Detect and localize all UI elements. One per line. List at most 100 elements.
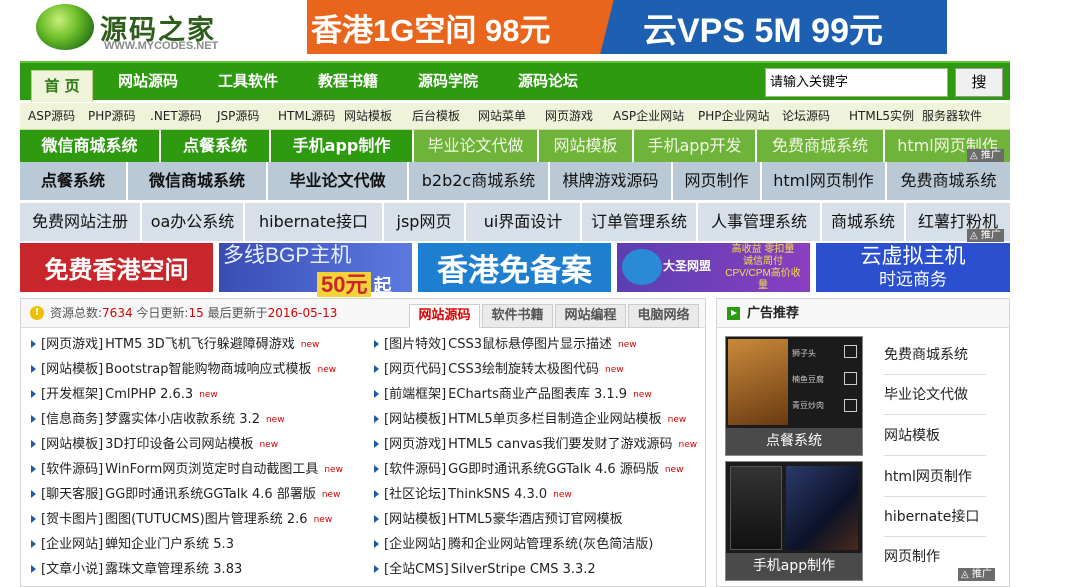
search-input[interactable]: 请输入关键字	[765, 68, 948, 97]
news-item[interactable]: [聊天客服] GG即时通讯系统GGTalk 4.6 部署版 new	[31, 485, 340, 505]
nav-item-tutorials[interactable]: 教程书籍	[318, 63, 378, 100]
news-title[interactable]: WinForm网页浏览定时自动截图工具	[105, 462, 318, 477]
tag-link[interactable]: 手机app开发	[634, 130, 755, 162]
news-title[interactable]: 图图(TUTUCMS)图片管理系统 2.6	[105, 512, 307, 527]
news-category[interactable]: [网页游戏]	[384, 437, 446, 452]
ad-link[interactable]: 网站模板	[884, 416, 986, 456]
news-item[interactable]: [社区论坛] ThinkSNS 4.3.0 new	[374, 485, 572, 505]
tag-link[interactable]: 点餐系统	[161, 130, 269, 162]
tag-link[interactable]: jsp网页	[384, 203, 464, 241]
subnav-item[interactable]: 后台模板	[412, 103, 460, 130]
news-category[interactable]: [图片特效]	[384, 337, 446, 352]
news-item[interactable]: [软件源码] WinForm网页浏览定时自动截图工具 new	[31, 460, 343, 480]
subnav-item[interactable]: HTML5实例	[849, 103, 914, 130]
tab-software-books[interactable]: 软件书籍	[482, 304, 553, 328]
news-item[interactable]: [网页游戏] HTM5 3D飞机飞行躲避障碍游戏 new	[31, 335, 319, 355]
news-item[interactable]: [网站模板] Bootstrap智能购物商城响应式模板 new	[31, 360, 336, 380]
ad-thumb-ordering[interactable]: 狮子头 楠鱼豆腐 青豆炒肉 点餐系统	[725, 336, 863, 456]
banner-bgp-host[interactable]: 多线BGP主机 50元起	[219, 243, 412, 297]
news-item[interactable]: [企业网站] 腾和企业网站管理系统(灰色简洁版)	[374, 535, 653, 555]
ad-link[interactable]: hibernate接口	[884, 497, 986, 537]
news-category[interactable]: [企业网站]	[384, 537, 446, 552]
news-item[interactable]: [前端框架] ECharts商业产品图表库 3.1.9 new	[374, 385, 652, 405]
subnav-item[interactable]: HTML源码	[278, 103, 335, 130]
tag-link[interactable]: b2b2c商城系统	[409, 162, 548, 200]
news-title[interactable]: CmlPHP 2.6.3	[105, 387, 193, 402]
tag-link[interactable]: hibernate接口	[245, 203, 382, 241]
news-title[interactable]: 腾和企业网站管理系统(灰色简洁版)	[448, 537, 653, 552]
news-title[interactable]: GG即时通讯系统GGTalk 4.6 部署版	[105, 487, 316, 502]
news-item[interactable]: [文章小说] 露珠文章管理系统 3.83	[31, 560, 242, 580]
news-category[interactable]: [软件源码]	[384, 462, 446, 477]
news-category[interactable]: [企业网站]	[41, 537, 103, 552]
news-title[interactable]: SilverStripe CMS 3.3.2	[451, 562, 596, 577]
news-title[interactable]: HTML5单页多栏目制造企业网站模板	[448, 412, 661, 427]
banner-free-hk-space[interactable]: 免费香港空间	[20, 243, 213, 292]
news-category[interactable]: [网站模板]	[41, 362, 103, 377]
tag-link[interactable]: 免费网站注册	[20, 203, 140, 241]
news-title[interactable]: 露珠文章管理系统 3.83	[105, 562, 242, 577]
news-item[interactable]: [网站模板] 3D打印设备公司网站模板 new	[31, 435, 278, 455]
news-title[interactable]: 蝉知企业门户系统 5.3	[105, 537, 234, 552]
news-title[interactable]: Bootstrap智能购物商城响应式模板	[105, 362, 311, 377]
news-title[interactable]: ThinkSNS 4.3.0	[448, 487, 547, 502]
nav-item-forum[interactable]: 源码论坛	[518, 63, 578, 100]
ad-link[interactable]: 毕业论文代做	[884, 375, 986, 415]
ad-link[interactable]: html网页制作	[884, 457, 986, 497]
tag-link[interactable]: html网页制作	[762, 162, 885, 200]
news-category[interactable]: [全站CMS]	[384, 562, 449, 577]
tag-link[interactable]: 毕业论文代做	[268, 162, 407, 200]
news-category[interactable]: [前端框架]	[384, 387, 446, 402]
news-category[interactable]: [贺卡图片]	[41, 512, 103, 527]
subnav-item[interactable]: ASP企业网站	[613, 103, 684, 130]
news-title[interactable]: GG即时通讯系统GGTalk 4.6 源码版	[448, 462, 659, 477]
tag-link[interactable]: 棋牌游戏源码	[550, 162, 671, 200]
top-ad-banner[interactable]: 香港1G空间 98元 云VPS 5M 99元	[307, 0, 947, 54]
news-title[interactable]: HTM5 3D飞机飞行躲避障碍游戏	[105, 337, 295, 352]
subnav-item[interactable]: PHP企业网站	[698, 103, 770, 130]
news-category[interactable]: [软件源码]	[41, 462, 103, 477]
ad-link[interactable]: 网页制作	[884, 537, 986, 577]
subnav-item[interactable]: JSP源码	[217, 103, 259, 130]
news-category[interactable]: [聊天客服]	[41, 487, 103, 502]
tag-link[interactable]: 商城系统	[822, 203, 904, 241]
news-title[interactable]: CSS3鼠标悬停图片显示描述	[448, 337, 612, 352]
search-button[interactable]: 搜	[955, 68, 1003, 97]
site-logo[interactable]: 源码之家 WWW.MYCODES.NET	[32, 2, 232, 56]
tab-computer-network[interactable]: 电脑网络	[628, 304, 699, 328]
news-title[interactable]: 梦露实体小店收款系统 3.2	[105, 412, 260, 427]
banner-hk-no-record[interactable]: 香港免备案	[418, 243, 611, 292]
news-item[interactable]: [信息商务] 梦露实体小店收款系统 3.2 new	[31, 410, 285, 430]
news-item[interactable]: [网页游戏] HTML5 canvas我们要发财了游戏源码 new	[374, 435, 697, 455]
news-category[interactable]: [网站模板]	[384, 512, 446, 527]
nav-item-academy[interactable]: 源码学院	[418, 63, 478, 100]
news-title[interactable]: 3D打印设备公司网站模板	[105, 437, 253, 452]
news-title[interactable]: HTML5豪华酒店预订官网模板	[448, 512, 622, 527]
news-item[interactable]: [贺卡图片] 图图(TUTUCMS)图片管理系统 2.6 new	[31, 510, 332, 530]
news-category[interactable]: [文章小说]	[41, 562, 103, 577]
tag-link[interactable]: 网页制作	[673, 162, 760, 200]
news-item[interactable]: [企业网站] 蝉知企业门户系统 5.3	[31, 535, 234, 555]
news-item[interactable]: [软件源码] GG即时通讯系统GGTalk 4.6 源码版 new	[374, 460, 683, 480]
subnav-item[interactable]: 论坛源码	[782, 103, 830, 130]
subnav-item[interactable]: PHP源码	[88, 103, 136, 130]
subnav-item[interactable]: .NET源码	[150, 103, 202, 130]
banner-dasheng[interactable]: 大圣网盟 高收益 零扣量 诚信周付 CPV/CPM高价收量	[617, 243, 810, 292]
ad-thumb-app[interactable]: 手机app制作	[725, 461, 863, 581]
subnav-item[interactable]: 服务器软件	[922, 103, 982, 130]
tag-link[interactable]: 微信商城系统	[128, 162, 266, 200]
subnav-item[interactable]: 网页游戏	[545, 103, 593, 130]
tag-link[interactable]: oa办公系统	[142, 203, 243, 241]
news-title[interactable]: ECharts商业产品图表库 3.1.9	[448, 387, 627, 402]
ad-link[interactable]: 免费商城系统	[884, 335, 986, 375]
news-item[interactable]: [全站CMS] SilverStripe CMS 3.3.2	[374, 560, 596, 580]
subnav-item[interactable]: ASP源码	[28, 103, 75, 130]
news-category[interactable]: [信息商务]	[41, 412, 103, 427]
tag-link[interactable]: 微信商城系统	[20, 130, 159, 162]
news-title[interactable]: CSS3绘制旋转太极图代码	[448, 362, 599, 377]
subnav-item[interactable]: 网站菜单	[478, 103, 526, 130]
tag-link[interactable]: ui界面设计	[466, 203, 580, 241]
subnav-item[interactable]: 网站模板	[344, 103, 392, 130]
tag-link[interactable]: 毕业论文代做	[414, 130, 537, 162]
nav-item-source[interactable]: 网站源码	[118, 63, 178, 100]
